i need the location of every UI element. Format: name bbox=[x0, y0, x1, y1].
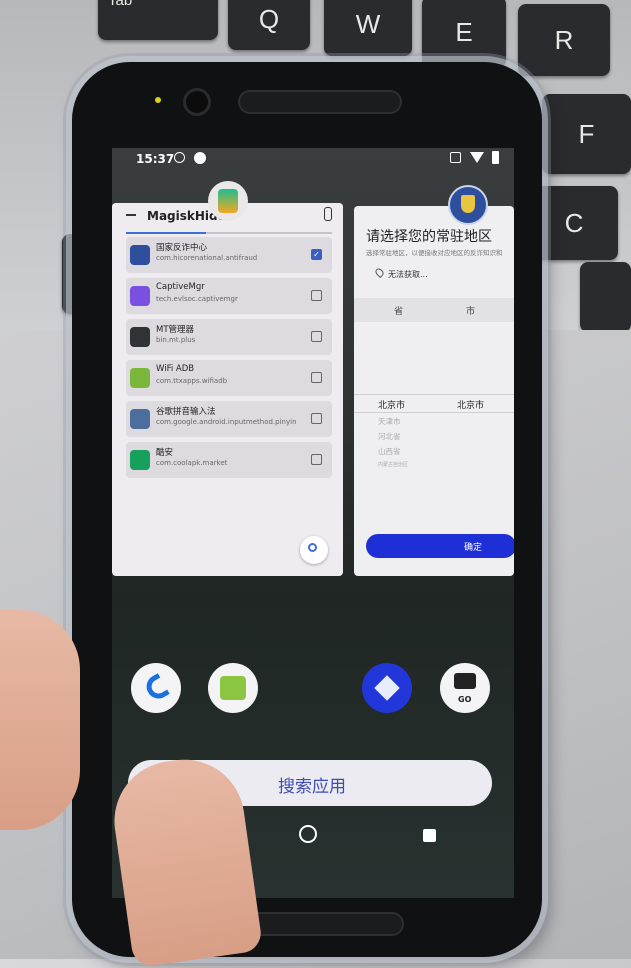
province-header: 省 bbox=[394, 307, 404, 317]
confirm-button[interactable]: 确定 bbox=[366, 534, 514, 558]
province-item[interactable]: 河北省 bbox=[378, 431, 438, 446]
bottom-speaker bbox=[240, 912, 404, 936]
region-title: 请选择您的常驻地区 bbox=[366, 229, 492, 245]
key-w: W bbox=[324, 0, 412, 56]
back-arrow-icon[interactable] bbox=[126, 214, 136, 216]
app-package: com.google.android.inputmethod.pinyin bbox=[156, 418, 297, 426]
key-r: R bbox=[518, 4, 610, 76]
app-icon bbox=[130, 245, 150, 265]
app-package: com.hicorenational.antifraud bbox=[156, 254, 258, 262]
bug-icon bbox=[174, 152, 185, 163]
app-name: WiFi ADB bbox=[156, 364, 195, 374]
camera-go-app-icon[interactable]: GO bbox=[440, 663, 490, 713]
app-row[interactable]: CaptiveMgr tech.evlsoc.captivemgr bbox=[126, 278, 332, 314]
search-fab[interactable] bbox=[300, 536, 328, 564]
recents-button[interactable] bbox=[423, 829, 436, 842]
app-name: 酷安 bbox=[156, 448, 174, 458]
key-c: C bbox=[530, 186, 618, 260]
app-package: tech.evlsoc.captivemgr bbox=[156, 295, 238, 303]
location-pin-icon bbox=[373, 266, 386, 279]
province-item[interactable]: 北京市 bbox=[378, 398, 438, 416]
app-name: MT管理器 bbox=[156, 325, 195, 335]
magisk-app-icon[interactable] bbox=[208, 181, 248, 221]
app-name: 国家反诈中心 bbox=[156, 243, 208, 253]
key-q: Q bbox=[228, 0, 310, 50]
top-speaker bbox=[238, 90, 402, 114]
province-item[interactable]: 天津市 bbox=[378, 416, 438, 431]
hide-checkbox[interactable] bbox=[311, 290, 322, 301]
wifi-icon bbox=[470, 152, 484, 163]
app-icon bbox=[130, 450, 150, 470]
android-robot-icon bbox=[220, 676, 246, 700]
hide-checkbox[interactable] bbox=[311, 413, 322, 424]
hide-checkbox[interactable] bbox=[311, 372, 322, 383]
front-camera bbox=[183, 88, 211, 116]
home-button[interactable] bbox=[299, 825, 317, 843]
magisk-app-list: 国家反诈中心 com.hicorenational.antifraud ✓ Capti… bbox=[112, 235, 343, 495]
app-row[interactable]: WiFi ADB com.ttxapps.wifiadb bbox=[126, 360, 332, 396]
messages-app-icon[interactable] bbox=[208, 663, 258, 713]
hide-checkbox[interactable] bbox=[311, 331, 322, 342]
picker-line-top bbox=[354, 394, 514, 395]
camera-go-label: GO bbox=[458, 695, 472, 704]
compass-icon bbox=[374, 675, 400, 701]
region-subtitle: 选择常驻地区，以便接收对应地区的反诈知识和 bbox=[366, 249, 503, 257]
app-name: CaptiveMgr bbox=[156, 282, 205, 292]
status-time: 15:37 bbox=[136, 152, 175, 166]
magisk-recent-card[interactable]: MagiskHide 国家反诈中心 com.hicorenational.anti… bbox=[112, 203, 343, 576]
app-icon bbox=[130, 286, 150, 306]
city-picker-item[interactable]: 北京市 bbox=[457, 398, 484, 411]
app-name: 谷歌拼音输入法 bbox=[156, 407, 216, 417]
search-placeholder: 搜索应用 bbox=[278, 777, 346, 797]
phone-handset-icon bbox=[142, 673, 170, 703]
shield-icon bbox=[461, 195, 475, 213]
location-status[interactable]: 无法获取... bbox=[388, 269, 428, 280]
filter-icon[interactable] bbox=[324, 207, 332, 221]
progress-track bbox=[126, 232, 332, 234]
camera-icon bbox=[454, 673, 476, 689]
app-package: bin.mt.plus bbox=[156, 336, 196, 344]
left-thumb bbox=[0, 610, 80, 830]
key-blank bbox=[580, 262, 631, 332]
antifraud-app-icon[interactable] bbox=[448, 185, 488, 225]
key-tab: Tab bbox=[98, 0, 218, 40]
app-row[interactable]: MT管理器 bin.mt.plus bbox=[126, 319, 332, 355]
search-icon bbox=[308, 543, 317, 552]
key-e: E bbox=[422, 0, 506, 68]
province-item[interactable]: 内蒙古自治区 bbox=[378, 461, 438, 476]
app-row[interactable]: 谷歌拼音输入法 com.google.android.inputmethod.pi… bbox=[126, 401, 332, 437]
province-picker[interactable]: 北京市 天津市 河北省 山西省 内蒙古自治区 bbox=[378, 398, 438, 476]
app-icon bbox=[130, 327, 150, 347]
app-row[interactable]: 国家反诈中心 com.hicorenational.antifraud ✓ bbox=[126, 237, 332, 273]
coolapk-notification-icon bbox=[194, 152, 206, 164]
phone-app-icon[interactable] bbox=[131, 663, 181, 713]
app-icon bbox=[130, 368, 150, 388]
hide-checkbox[interactable]: ✓ bbox=[311, 249, 322, 260]
app-icon bbox=[130, 409, 150, 429]
key-f: F bbox=[542, 94, 631, 174]
region-column-header: 省 市 bbox=[354, 298, 514, 322]
hide-checkbox[interactable] bbox=[311, 454, 322, 465]
battery-icon bbox=[492, 151, 499, 164]
antifraud-recent-card[interactable]: 请选择您的常驻地区 选择常驻地区，以便接收对应地区的反诈知识和 无法获取... … bbox=[354, 206, 514, 576]
app-package: com.ttxapps.wifiadb bbox=[156, 377, 228, 385]
browser-app-icon[interactable] bbox=[362, 663, 412, 713]
city-header: 市 bbox=[466, 307, 476, 317]
progress-fill bbox=[126, 232, 206, 234]
province-item[interactable]: 山西省 bbox=[378, 446, 438, 461]
magisk-logo-icon bbox=[218, 189, 238, 213]
app-package: com.coolapk.market bbox=[156, 459, 228, 467]
app-row[interactable]: 酷安 com.coolapk.market bbox=[126, 442, 332, 478]
led-indicator bbox=[155, 97, 161, 103]
confirm-label: 确定 bbox=[464, 543, 483, 553]
status-bar: 15:37 bbox=[112, 148, 514, 170]
vibrate-icon bbox=[450, 152, 461, 163]
